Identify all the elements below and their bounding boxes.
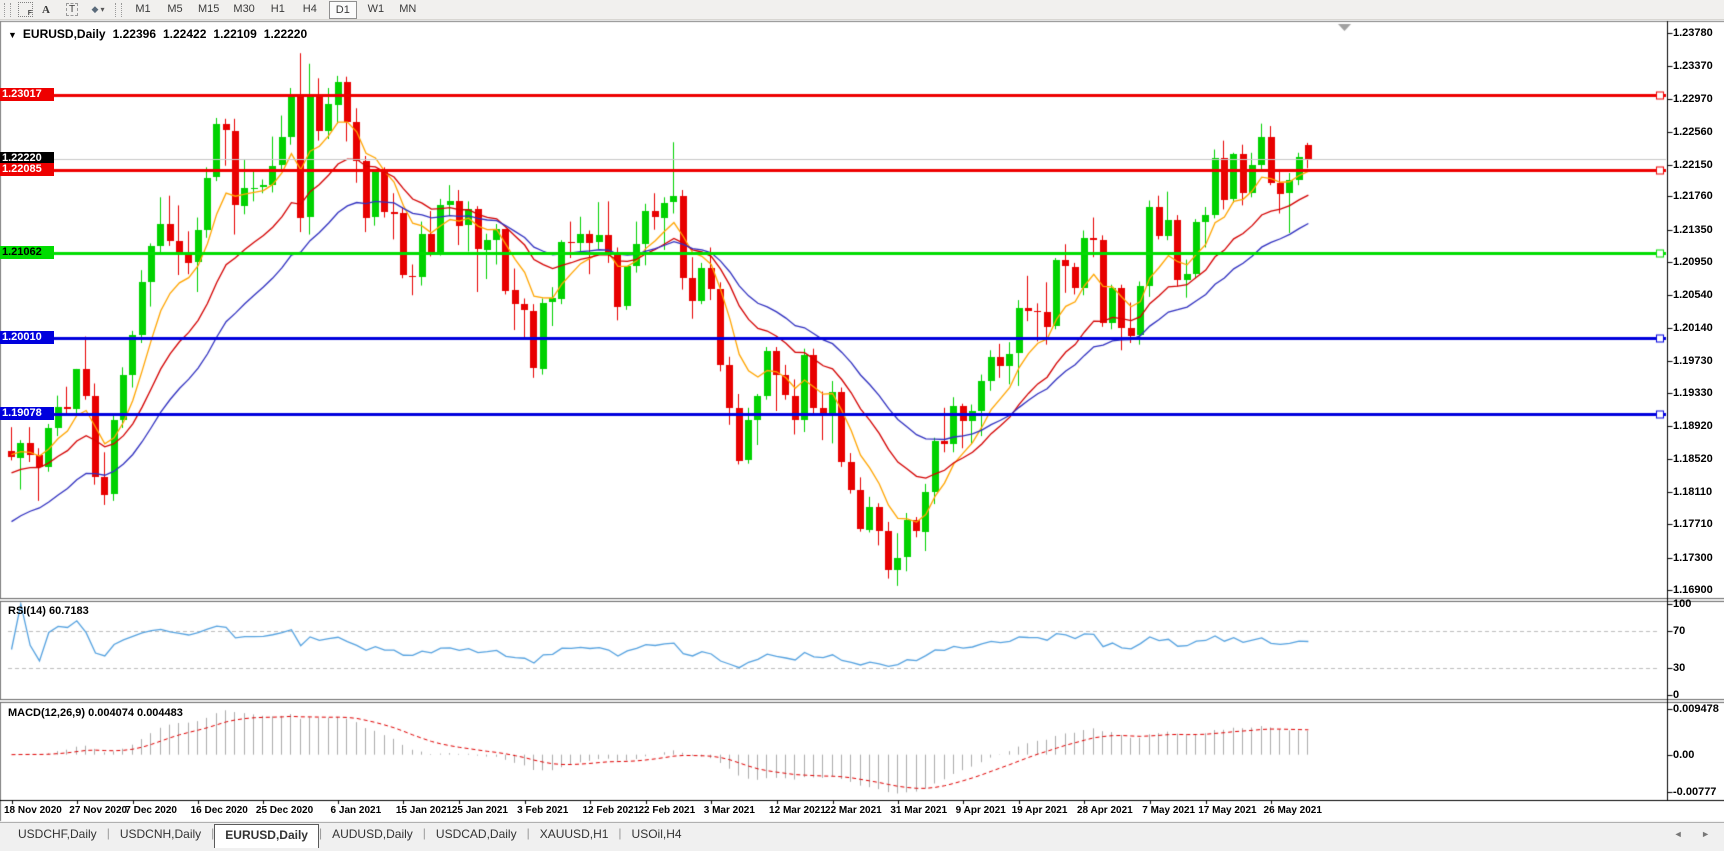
symbol-tab-usdcnh[interactable]: USDCNH,Daily xyxy=(110,824,211,848)
tab-scroll-arrows[interactable]: ◄ ► xyxy=(1674,829,1718,839)
symbol-tab-usdchf[interactable]: USDCHF,Daily xyxy=(8,824,107,848)
symbol-tab-usdcad[interactable]: USDCAD,Daily xyxy=(426,824,527,848)
symbol-tab-audusd[interactable]: AUDUSD,Daily xyxy=(322,824,423,848)
trading-terminal-window: F A T ◆ ▾ M1M5M15M30H1H4D1W1MN ▼EURUSD,D… xyxy=(0,0,1724,851)
symbol-tab-bar: USDCHF,Daily | USDCNH,Daily | EURUSD,Daily | A… xyxy=(0,822,1724,851)
symbol-tab-xauusd[interactable]: XAUUSD,H1 xyxy=(530,824,619,848)
symbol-tab-eurusd[interactable]: EURUSD,Daily xyxy=(214,824,319,848)
symbol-tabs: USDCHF,Daily | USDCNH,Daily | EURUSD,Daily | A… xyxy=(8,823,692,848)
symbol-tab-usoil[interactable]: USOil,H4 xyxy=(622,824,692,848)
chart-canvas[interactable] xyxy=(0,0,1724,822)
